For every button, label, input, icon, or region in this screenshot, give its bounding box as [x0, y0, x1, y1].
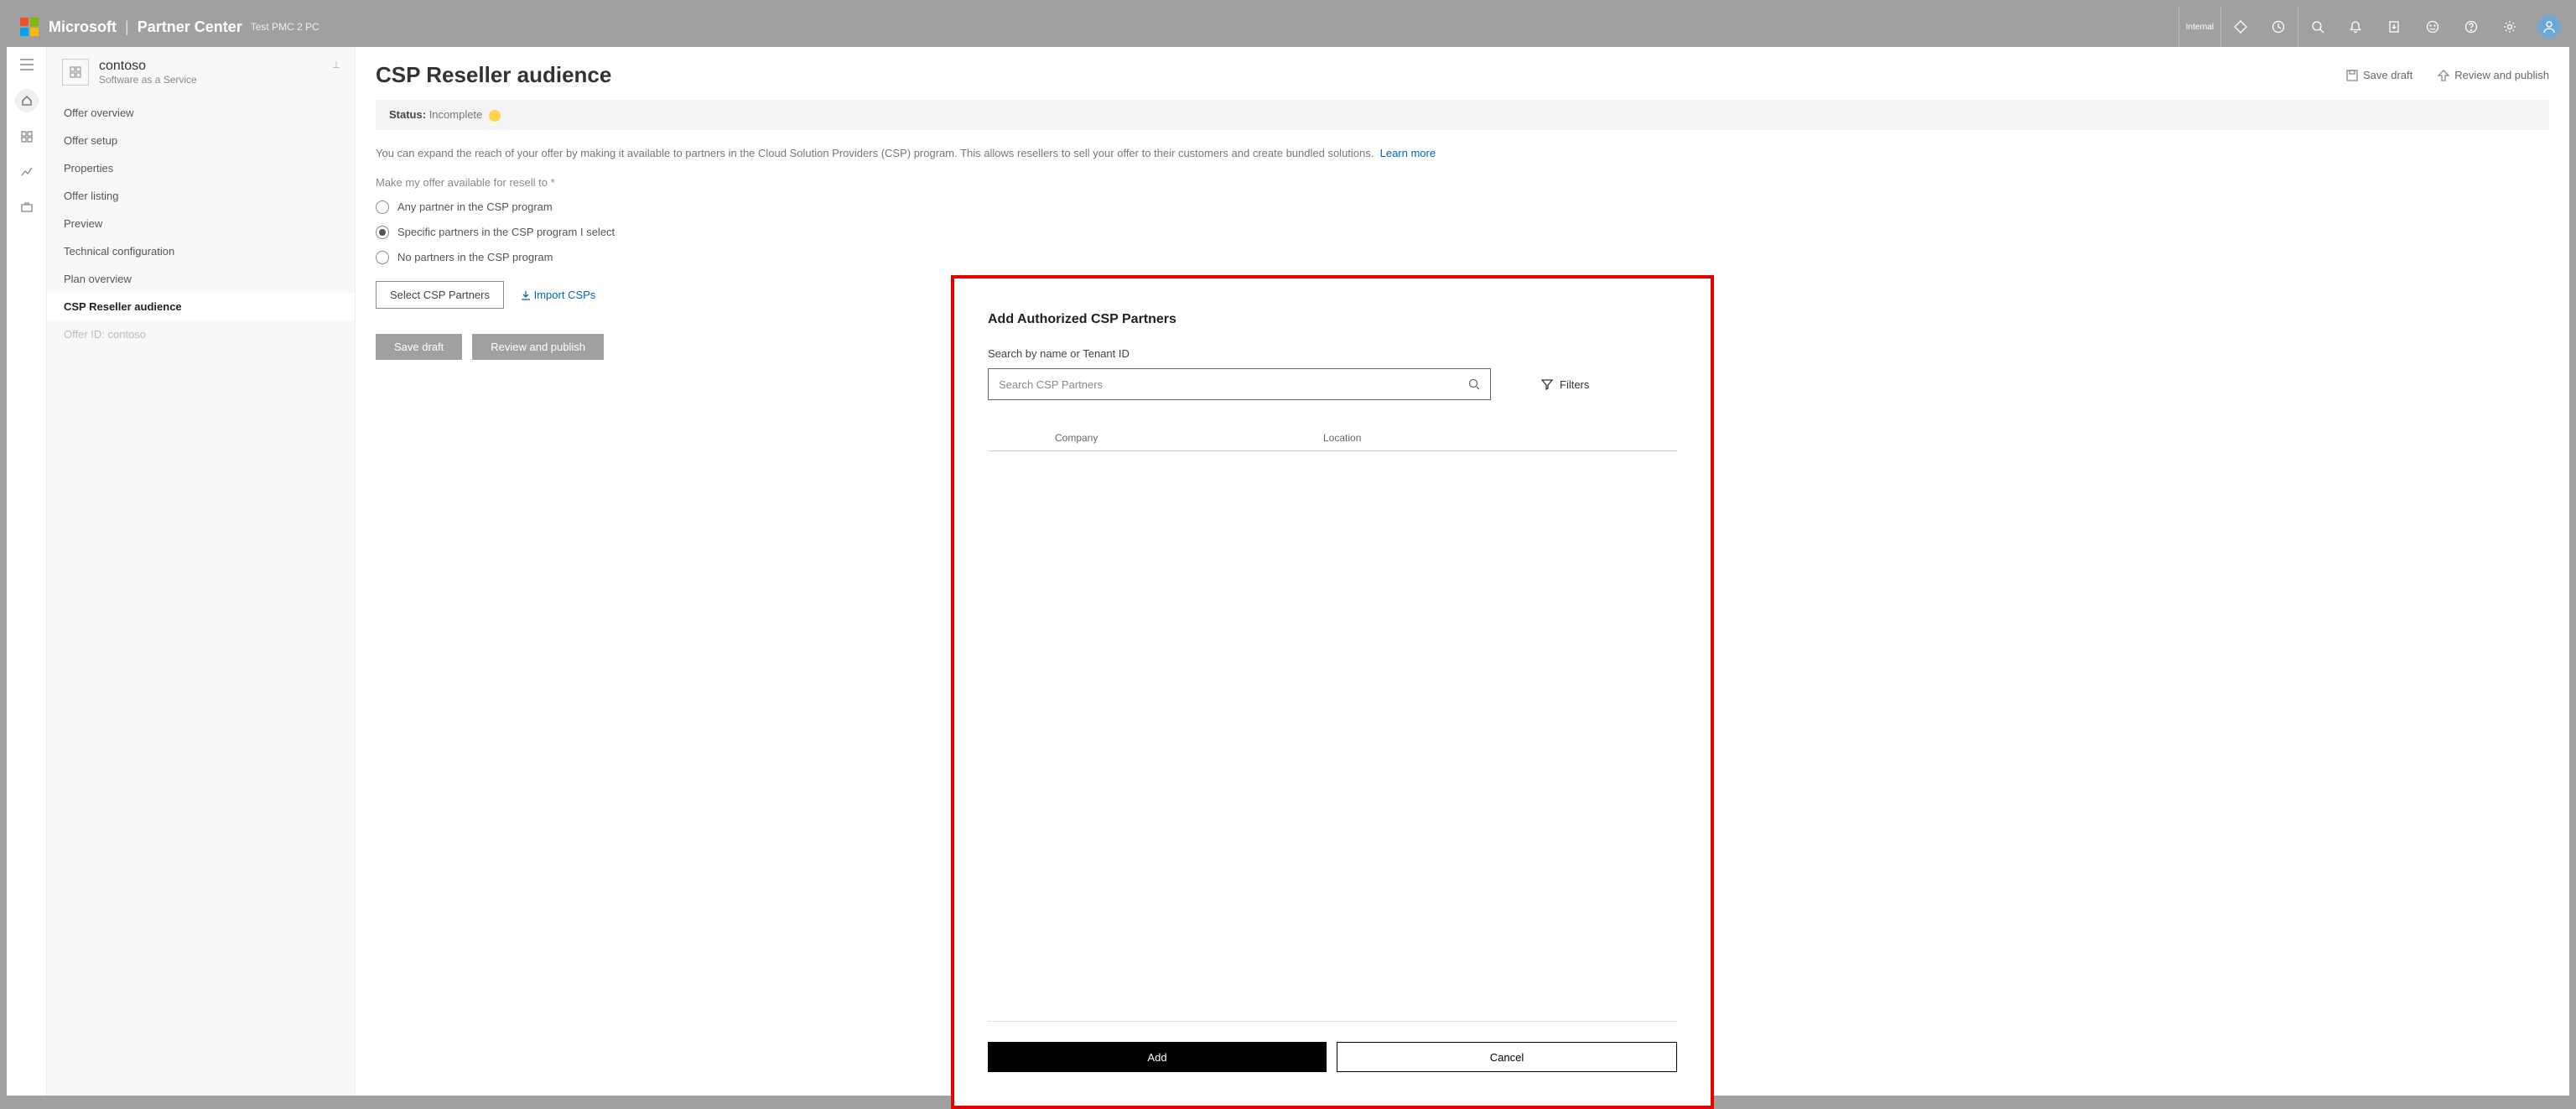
- add-csp-dialog: Add Authorized CSP Partners Search by na…: [951, 275, 1714, 1109]
- chart-icon[interactable]: [7, 154, 47, 190]
- status-dot-icon: [489, 110, 501, 122]
- env-label: Test PMC 2 PC: [251, 21, 319, 33]
- dialog-title: Add Authorized CSP Partners: [988, 312, 1677, 327]
- offer-icon: [62, 59, 89, 86]
- page-title: CSP Reseller audience: [376, 62, 2321, 88]
- nav-technical-config[interactable]: Technical configuration: [47, 237, 355, 265]
- add-button[interactable]: Add: [988, 1042, 1327, 1072]
- gear-icon[interactable]: [2490, 7, 2529, 47]
- results-table-header: Company Location: [988, 425, 1677, 451]
- nav-icon[interactable]: [2220, 7, 2259, 47]
- select-csp-button[interactable]: Select CSP Partners: [376, 281, 504, 309]
- search-icon: [1468, 378, 1480, 390]
- help-icon[interactable]: [2452, 7, 2490, 47]
- cancel-button[interactable]: Cancel: [1337, 1042, 1677, 1072]
- sidebar: contoso Software as a Service ⟂ Offer ov…: [47, 47, 356, 1096]
- save-draft-button[interactable]: Save draft: [376, 334, 462, 360]
- bell-icon[interactable]: [2336, 7, 2375, 47]
- save-draft-header[interactable]: Save draft: [2346, 69, 2412, 81]
- save-icon: [2346, 70, 2358, 81]
- radio-any-partner[interactable]: Any partner in the CSP program: [376, 200, 2549, 214]
- sidebar-title: contoso: [99, 59, 197, 74]
- import-csps-link[interactable]: Import CSPs: [521, 289, 595, 301]
- radio-no-partners[interactable]: No partners in the CSP program: [376, 251, 2549, 264]
- import-icon: [521, 290, 531, 300]
- sidebar-subtitle: Software as a Service: [99, 74, 197, 86]
- microsoft-logo: [20, 18, 39, 36]
- download-icon[interactable]: [2375, 7, 2413, 47]
- menu-icon[interactable]: [7, 47, 47, 82]
- pin-icon[interactable]: ⟂: [333, 59, 340, 71]
- nav-properties[interactable]: Properties: [47, 154, 355, 182]
- resell-label: Make my offer available for resell to *: [376, 176, 2549, 189]
- grid-icon[interactable]: [7, 119, 47, 154]
- radio-specific-partners[interactable]: Specific partners in the CSP program I s…: [376, 226, 2549, 239]
- review-publish-header[interactable]: Review and publish: [2438, 69, 2549, 81]
- clock-icon[interactable]: [2259, 7, 2298, 47]
- page-description: You can expand the reach of your offer b…: [376, 147, 2549, 159]
- status-bar: Status: Incomplete: [376, 100, 2549, 130]
- filter-icon: [1541, 378, 1553, 390]
- topbar: Microsoft | Partner Center Test PMC 2 PC…: [7, 7, 2569, 47]
- col-company: Company: [988, 432, 1323, 444]
- nav-offer-id: Offer ID: contoso: [47, 320, 355, 348]
- home-icon[interactable]: [15, 89, 39, 112]
- nav-offer-overview[interactable]: Offer overview: [47, 99, 355, 127]
- brand-label: Microsoft: [49, 18, 117, 36]
- col-location: Location: [1323, 432, 1361, 444]
- publish-icon: [2438, 70, 2449, 81]
- nav-csp-reseller[interactable]: CSP Reseller audience: [47, 293, 355, 320]
- left-rail: [7, 47, 47, 1096]
- briefcase-icon[interactable]: [7, 190, 47, 225]
- review-publish-button[interactable]: Review and publish: [472, 334, 604, 360]
- user-avatar[interactable]: [2537, 15, 2561, 39]
- filters-button[interactable]: Filters: [1541, 378, 1589, 391]
- learn-more-link[interactable]: Learn more: [1380, 147, 1436, 159]
- search-icon[interactable]: [2298, 7, 2336, 47]
- search-input[interactable]: Search CSP Partners: [988, 368, 1491, 400]
- internal-badge: Internal: [2179, 7, 2220, 47]
- nav-plan-overview[interactable]: Plan overview: [47, 265, 355, 293]
- search-label: Search by name or Tenant ID: [988, 347, 1677, 360]
- nav-preview[interactable]: Preview: [47, 210, 355, 237]
- product-label[interactable]: Partner Center: [138, 18, 242, 36]
- face-icon[interactable]: [2413, 7, 2452, 47]
- nav-offer-listing[interactable]: Offer listing: [47, 182, 355, 210]
- nav-offer-setup[interactable]: Offer setup: [47, 127, 355, 154]
